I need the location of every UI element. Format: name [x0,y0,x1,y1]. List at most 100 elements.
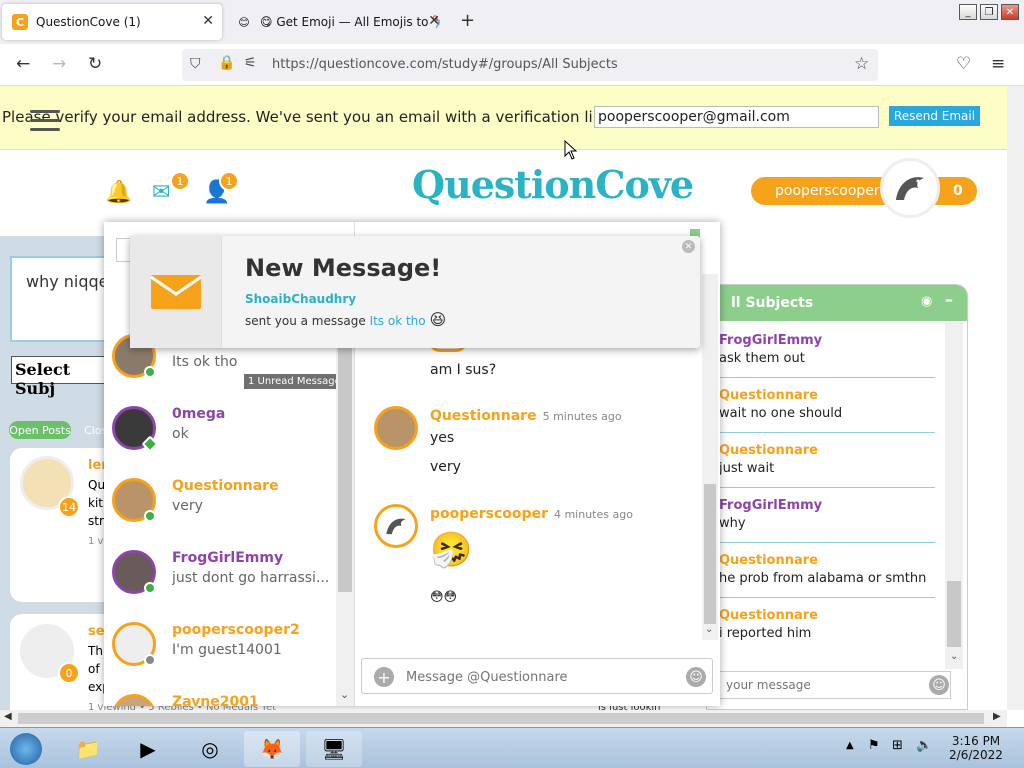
scroll-right-icon[interactable]: ▶ [993,711,1001,722]
select-subject-dropdown[interactable]: Select Subj [11,356,111,398]
list-item[interactable]: Questionnare very [104,474,344,546]
group-scrollbar-thumb[interactable] [947,581,961,647]
messages-envelope-icon[interactable]: ✉ [152,180,170,205]
notification-message-link[interactable]: Its ok tho [370,314,426,328]
username: pooperscooper [775,183,880,199]
app-root: C QuestionCove (1) ✕ 😊 😋 Get Emoji — All… [0,0,1024,768]
close-tab-icon[interactable]: ✕ [202,13,214,29]
message-author[interactable]: Questionnare 5 minutes ago [430,408,622,424]
conversation-preview: Its ok tho [172,354,238,370]
group-message-author[interactable]: Questionnare [719,608,818,623]
page-vertical-scrollbar[interactable] [1007,86,1024,710]
message-scrollbar-thumb[interactable] [704,484,716,624]
scroll-down-icon[interactable]: ⌄ [705,624,713,635]
chrome-icon[interactable]: ◎ [182,731,238,767]
media-player-icon[interactable]: ▶ [120,731,176,767]
envelope-icon [149,275,202,309]
group-message-author[interactable]: FrogGirlEmmy [719,333,822,348]
tab-title: QuestionCove (1) [36,15,141,29]
notification-title: New Message! [245,254,442,282]
scroll-down-icon[interactable]: ⌄ [950,651,958,662]
show-hidden-icons-icon[interactable]: ▲ [846,740,854,751]
post-line: Th [88,644,103,658]
list-item[interactable]: FrogGirlEmmy just dont go harrassi... [104,546,344,618]
shield-icon[interactable]: ⛉ [190,56,201,72]
network-icon[interactable]: ⊞ [892,738,903,753]
conversation-name: 0mega [172,406,226,422]
close-notification-icon[interactable]: ✕ [682,240,695,253]
taskbar-clock[interactable]: 3:16 PM 2/6/2022 [944,734,1008,762]
window-close-icon[interactable]: ✕ [1001,4,1019,20]
tab-questioncove[interactable]: C QuestionCove (1) ✕ [2,4,222,40]
forward-icon[interactable]: → [52,54,66,74]
emoji-smiley-icon[interactable]: ☺ [929,675,949,695]
resend-email-button[interactable]: Resend Email [889,106,980,126]
conversation-scrollbar-thumb[interactable] [338,340,352,592]
url-text: https://questioncove.com/study#/groups/A… [272,57,618,72]
email-field[interactable] [594,106,879,128]
message-author[interactable]: pooperscooper 4 minutes ago [430,506,633,522]
user-pill[interactable]: pooperscooper 0 [751,177,977,205]
file-explorer-icon[interactable]: 📁 [60,731,116,767]
group-message-author[interactable]: Questionnare [719,553,818,568]
avatar[interactable] [880,158,940,218]
notification-body-text: sent you a message [245,314,366,328]
list-item[interactable]: 0mega ok [104,402,344,474]
minimize-icon[interactable]: _ [959,4,977,20]
unread-message-badge: 1 Unread Message [244,374,345,389]
menu-icon[interactable]: ≡ [991,54,1005,74]
close-tab-icon[interactable]: ✕ [428,13,440,29]
group-chat-header[interactable]: ll Subjects ◉ – [707,285,967,321]
firefox-icon[interactable]: 🦊 [244,731,300,767]
permissions-icon[interactable]: ⚟ [244,55,257,71]
group-message-input[interactable] [717,671,951,699]
emoji-favicon-icon: 😊 [238,15,250,29]
group-message-author[interactable]: Questionnare [719,388,818,403]
group-message-author[interactable]: FrogGirlEmmy [719,498,822,513]
reload-icon[interactable]: ↻ [88,54,102,74]
new-tab-icon[interactable]: + [460,10,475,31]
group-message-author[interactable]: Questionnare [719,443,818,458]
pocket-icon[interactable]: ♡ [956,54,971,74]
volume-icon[interactable]: 🔈 [916,738,932,753]
list-item[interactable]: Zayne2001 [104,690,344,706]
online-status-icon [144,366,156,378]
emoji-smiley-icon[interactable]: ☺ [686,667,706,687]
open-posts-tab[interactable]: Open Posts [9,421,71,439]
group-chat-panel: ll Subjects ◉ – FrogGirlEmmy ask them ou… [706,284,968,710]
notifications-bell-icon[interactable]: 🔔 [105,180,132,205]
vm-app-icon[interactable]: 🖥 [306,731,362,767]
add-attachment-icon[interactable]: + [374,667,394,687]
friends-badge: 1 [219,171,239,191]
group-message: FrogGirlEmmy ask them out [717,323,935,378]
message-author-name: pooperscooper [430,506,548,522]
conversation-preview: just dont go harrassi... [172,570,330,586]
message-input[interactable] [406,667,676,687]
message-emoji: 🤧 [430,530,473,570]
offline-status-icon [144,654,156,666]
new-message-notification[interactable]: New Message! ShoaibChaudhry sent you a m… [130,236,700,348]
back-icon[interactable]: ← [16,54,30,74]
url-bar[interactable]: ⛉ 🔒 ⚟ https://questioncove.com/study#/gr… [182,49,878,81]
bookmark-star-icon[interactable]: ☆ [854,54,869,74]
scroll-down-icon[interactable]: ⌄ [340,688,349,701]
group-message-text: ask them out [719,351,805,366]
tab-get-emoji[interactable]: 😊 😋 Get Emoji — All Emojis to ✂️ ✕ [226,4,448,40]
conversation-name: Zayne2001 [172,694,259,706]
minimize-panel-icon[interactable]: – [945,290,953,309]
notification-sender[interactable]: ShoaibChaudhry [245,292,356,306]
hide-eye-icon[interactable]: ◉ [921,294,932,309]
lock-icon[interactable]: 🔒 [218,55,235,71]
group-message: Questionnare he prob from alabama or smt… [717,543,935,598]
action-center-flag-icon[interactable]: ⚑ [868,738,880,753]
page-horizontal-scrollbar-thumb[interactable] [18,713,984,724]
site-logo[interactable]: QuestionCove [412,162,694,207]
laughing-emoji-icon: 😆 [429,310,447,329]
start-button-icon[interactable] [0,731,52,767]
conversation-preview: I'm guest14001 [172,642,282,658]
hamburger-menu-icon[interactable] [30,110,60,132]
scroll-left-icon[interactable]: ◀ [4,711,12,722]
restore-icon[interactable]: ❐ [980,4,998,20]
list-item[interactable]: pooperscooper2 I'm guest14001 [104,618,344,690]
group-message-text: wait no one should [719,406,843,421]
